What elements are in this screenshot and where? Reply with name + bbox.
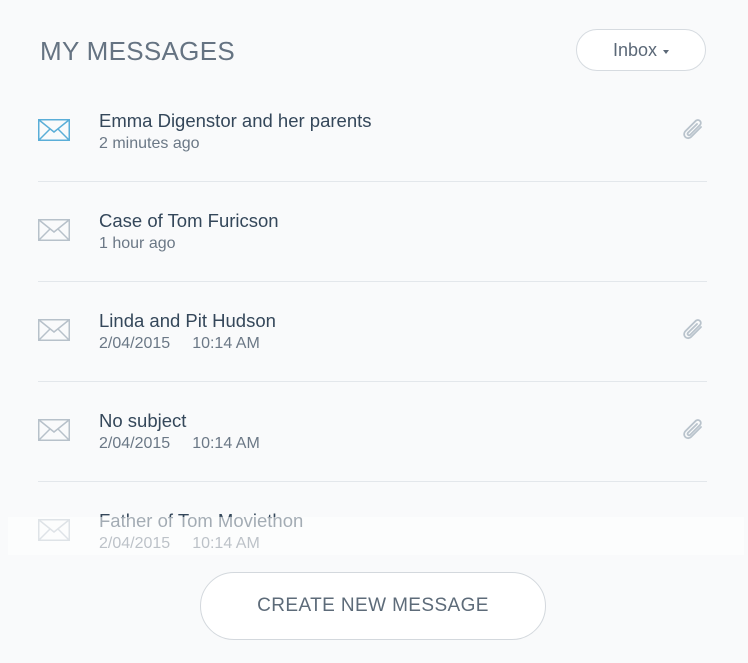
message-date: 2 minutes ago bbox=[99, 135, 200, 152]
attachment-icon bbox=[683, 419, 702, 440]
message-list: Emma Digenstor and her parents 2 minutes… bbox=[38, 82, 707, 581]
envelope-icon bbox=[38, 319, 70, 341]
message-date: 2/04/2015 bbox=[99, 535, 171, 552]
messages-panel: MY MESSAGES Inbox Emma Digenstor and her… bbox=[0, 0, 748, 663]
message-date: 2/04/2015 bbox=[99, 435, 171, 452]
attachment-icon bbox=[683, 319, 702, 340]
message-subject: No subject bbox=[99, 410, 187, 431]
message-time: 10:14 AM bbox=[192, 535, 260, 552]
message-time: 10:14 AM bbox=[192, 435, 260, 452]
message-subject: Father of Tom Moviethon bbox=[99, 510, 304, 531]
envelope-icon bbox=[38, 519, 70, 541]
message-row[interactable]: No subject 2/04/2015 10:14 AM bbox=[38, 382, 707, 482]
caret-down-icon bbox=[663, 49, 670, 54]
page-title: MY MESSAGES bbox=[40, 36, 235, 66]
message-date: 1 hour ago bbox=[99, 235, 176, 252]
message-row[interactable]: Case of Tom Furicson 1 hour ago bbox=[38, 182, 707, 282]
message-time: 10:14 AM bbox=[192, 335, 260, 352]
message-row[interactable]: Emma Digenstor and her parents 2 minutes… bbox=[38, 82, 707, 182]
envelope-icon bbox=[38, 119, 70, 141]
envelope-icon bbox=[38, 219, 70, 241]
folder-dropdown-label: Inbox bbox=[612, 39, 658, 60]
message-meta: 2 minutes ago bbox=[99, 135, 200, 153]
message-subject: Case of Tom Furicson bbox=[99, 210, 279, 231]
message-meta: 2/04/2015 10:14 AM bbox=[99, 335, 260, 353]
folder-dropdown[interactable]: Inbox bbox=[576, 29, 706, 71]
message-date: 2/04/2015 bbox=[99, 335, 171, 352]
message-subject: Linda and Pit Hudson bbox=[99, 310, 276, 331]
message-meta: 2/04/2015 10:14 AM bbox=[99, 435, 260, 453]
message-subject: Emma Digenstor and her parents bbox=[99, 110, 372, 131]
attachment-icon bbox=[683, 119, 702, 140]
create-message-button[interactable]: CREATE NEW MESSAGE bbox=[200, 572, 546, 640]
message-meta: 2/04/2015 10:14 AM bbox=[99, 535, 260, 553]
envelope-icon bbox=[38, 419, 70, 441]
message-row[interactable]: Linda and Pit Hudson 2/04/2015 10:14 AM bbox=[38, 282, 707, 382]
message-meta: 1 hour ago bbox=[99, 235, 176, 253]
